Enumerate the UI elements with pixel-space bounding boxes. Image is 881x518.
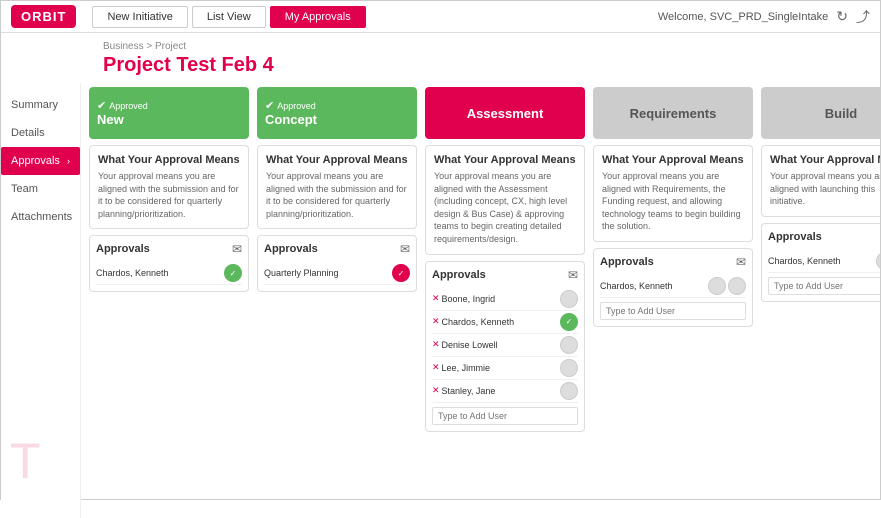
add-user-input-requirements[interactable]: [600, 302, 746, 320]
logo: ORBIT: [11, 5, 76, 28]
email-icon-requirements: ✉: [736, 255, 746, 269]
approval-means-title-requirements: What Your Approval Means: [602, 154, 744, 166]
approval-means-body-requirements: Your approval means you are aligned with…: [602, 170, 744, 233]
stage-header-requirements: Requirements: [593, 87, 753, 139]
breadcrumb: Business > Project: [91, 37, 868, 52]
stage-header-new: ✔ Approved New: [89, 87, 249, 139]
stage-header-build: Build: [761, 87, 880, 139]
kanban-board: ✔ Approved New What Your Approval Means …: [89, 83, 872, 432]
approval-means-card-requirements: What Your Approval Means Your approval m…: [593, 145, 753, 242]
approver-badge-pink: ✓: [392, 264, 410, 282]
sidebar-item-team[interactable]: Team: [1, 175, 80, 203]
column-concept: ✔ Approved Concept What Your Approval Me…: [257, 87, 417, 432]
sidebar-item-details[interactable]: Details: [1, 119, 80, 147]
approver-row: ✕ Chardos, Kenneth ✓: [432, 311, 578, 334]
my-approvals-button[interactable]: My Approvals: [270, 6, 366, 28]
email-icon-concept: ✉: [400, 242, 410, 256]
x-icon: ✕: [432, 362, 440, 373]
approver-badge-gray: [708, 277, 726, 295]
approvals-section-new: Approvals ✉ Chardos, Kenneth ✓: [89, 235, 249, 292]
approvals-section-concept: Approvals ✉ Quarterly Planning ✓: [257, 235, 417, 292]
approval-means-card-new: What Your Approval Means Your approval m…: [89, 145, 249, 229]
approvals-section-requirements: Approvals ✉ Chardos, Kenneth: [593, 248, 753, 327]
sidebar-item-approvals[interactable]: Approvals ›: [1, 147, 80, 175]
approver-badge-gray: [728, 277, 746, 295]
column-assessment: Assessment What Your Approval Means Your…: [425, 87, 585, 432]
welcome-text: Welcome, SVC_PRD_SingleIntake: [658, 11, 828, 23]
page-title: Project Test Feb 4: [91, 52, 868, 83]
approver-badge-gray: [560, 382, 578, 400]
approval-means-title-build: What Your Approval Means: [770, 154, 880, 166]
approver-row: ✕ Denise Lowell: [432, 334, 578, 357]
approvals-section-assessment: Approvals ✉ ✕ Boone, Ingrid ✕ Chardos, K…: [425, 261, 585, 432]
approver-row: ✕ Stanley, Jane: [432, 380, 578, 403]
approvals-header-build: Approvals ✉: [768, 230, 880, 244]
approver-badge-green: ✓: [224, 264, 242, 282]
new-initiative-button[interactable]: New Initiative: [92, 6, 187, 28]
approver-row: ✕ Lee, Jimmie: [432, 357, 578, 380]
column-build: Build What Your Approval Means Your appr…: [761, 87, 880, 432]
x-icon: ✕: [432, 385, 440, 396]
list-view-button[interactable]: List View: [192, 6, 266, 28]
content-area: ✔ Approved New What Your Approval Means …: [81, 83, 880, 518]
two-badges: [876, 252, 880, 270]
stage-name-concept: Concept: [265, 112, 317, 127]
sidebar-item-summary[interactable]: Summary: [1, 91, 80, 119]
check-icon-concept: ✔: [265, 99, 274, 112]
main-layout: Summary Details Approvals › Team Attachm…: [1, 83, 880, 518]
x-icon: ✕: [432, 339, 440, 350]
stage-status-concept: ✔ Approved: [265, 99, 316, 112]
stage-header-assessment: Assessment: [425, 87, 585, 139]
email-icon-assessment: ✉: [568, 268, 578, 282]
approval-means-title-new: What Your Approval Means: [98, 154, 240, 166]
approval-means-card-build: What Your Approval Means Your approval m…: [761, 145, 880, 217]
approvals-section-build: Approvals ✉ Chardos, Kenneth: [761, 223, 880, 302]
column-requirements: Requirements What Your Approval Means Yo…: [593, 87, 753, 432]
approval-means-title-assessment: What Your Approval Means: [434, 154, 576, 166]
x-icon: ✕: [432, 316, 440, 327]
approver-badge-green: ✓: [560, 313, 578, 331]
approver-row: Chardos, Kenneth: [768, 250, 880, 273]
approver-row: Chardos, Kenneth: [600, 275, 746, 298]
approval-means-title-concept: What Your Approval Means: [266, 154, 408, 166]
share-icon[interactable]: ⤴: [856, 7, 870, 27]
approvals-header-concept: Approvals ✉: [264, 242, 410, 256]
stage-name-requirements: Requirements: [601, 106, 745, 121]
approver-badge-gray: [876, 252, 880, 270]
column-new: ✔ Approved New What Your Approval Means …: [89, 87, 249, 432]
approvals-header-assessment: Approvals ✉: [432, 268, 578, 282]
top-nav: ORBIT New Initiative List View My Approv…: [1, 1, 880, 33]
two-badges: [708, 277, 746, 295]
approvals-header-requirements: Approvals ✉: [600, 255, 746, 269]
approver-row: Quarterly Planning ✓: [264, 262, 410, 285]
sidebar-item-attachments[interactable]: Attachments: [1, 203, 80, 231]
stage-name-build: Build: [769, 106, 880, 121]
x-icon: ✕: [432, 293, 440, 304]
approver-row: ✕ Boone, Ingrid: [432, 288, 578, 311]
refresh-icon[interactable]: ↻: [836, 8, 848, 25]
sidebar: Summary Details Approvals › Team Attachm…: [1, 83, 81, 518]
check-icon-new: ✔: [97, 99, 106, 112]
add-user-input-assessment[interactable]: [432, 407, 578, 425]
approval-means-body-assessment: Your approval means you are aligned with…: [434, 170, 576, 246]
email-icon-new: ✉: [232, 242, 242, 256]
approval-means-body-new: Your approval means you are aligned with…: [98, 170, 240, 220]
approval-means-body-concept: Your approval means you are aligned with…: [266, 170, 408, 220]
approver-row: Chardos, Kenneth ✓: [96, 262, 242, 285]
approver-badge-gray: [560, 336, 578, 354]
stage-name-new: New: [97, 112, 124, 127]
stage-header-concept: ✔ Approved Concept: [257, 87, 417, 139]
logo-text: ORBIT: [21, 9, 66, 24]
stage-name-assessment: Assessment: [433, 106, 577, 121]
approvals-header-new: Approvals ✉: [96, 242, 242, 256]
approval-means-card-concept: What Your Approval Means Your approval m…: [257, 145, 417, 229]
stage-status-new: ✔ Approved: [97, 99, 148, 112]
chevron-right-icon: ›: [67, 156, 70, 166]
approver-badge-gray: [560, 359, 578, 377]
add-user-input-build[interactable]: [768, 277, 880, 295]
approver-badge-gray: [560, 290, 578, 308]
approval-means-body-build: Your approval means you are aligned with…: [770, 170, 880, 208]
approval-means-card-assessment: What Your Approval Means Your approval m…: [425, 145, 585, 255]
